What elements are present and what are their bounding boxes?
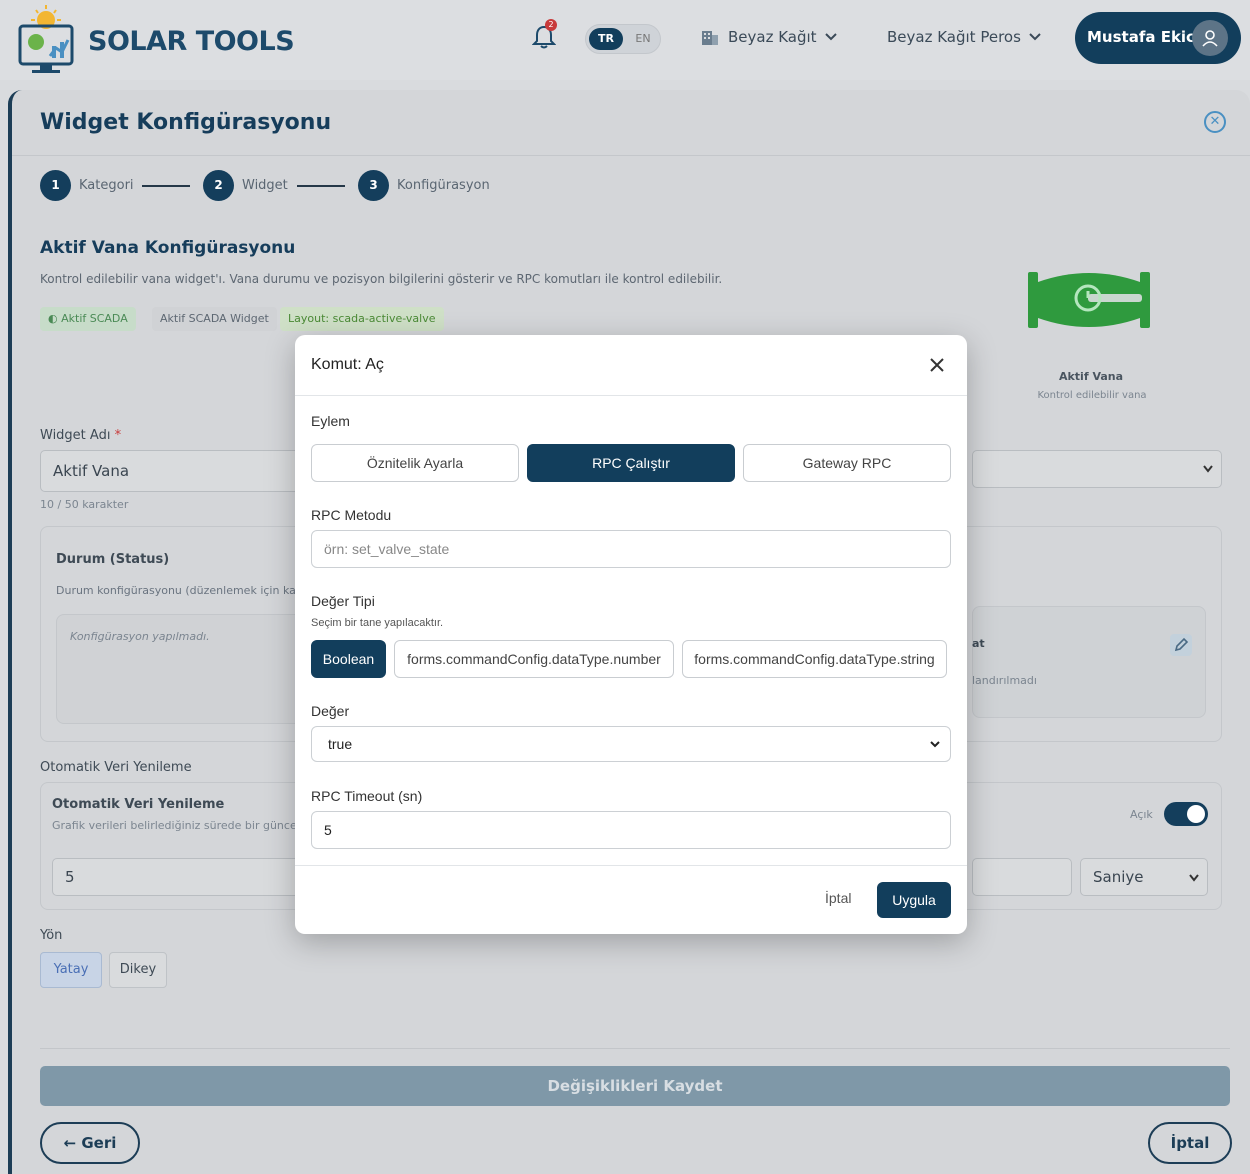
timeout-label: RPC Timeout (sn) — [311, 788, 423, 804]
direction-vertical-button[interactable]: Dikey — [109, 952, 167, 988]
preview-subtitle: Kontrol edilebilir vana — [1037, 390, 1147, 401]
value-type-label: Değer Tipi — [311, 593, 375, 609]
command-modal: Komut: Aç Eylem Öznitelik Ayarla RPC Çal… — [295, 335, 967, 934]
footer-divider — [40, 1048, 1230, 1049]
refresh-interval-input[interactable]: 5 — [52, 858, 312, 896]
action-gateway-rpc-button[interactable]: Gateway RPC — [743, 444, 951, 482]
chevron-down-icon — [1029, 33, 1041, 41]
direction-horizontal-button[interactable]: Yatay — [40, 952, 102, 988]
direction-label: Yön — [40, 928, 63, 943]
auto-refresh-toggle[interactable] — [1164, 802, 1208, 826]
close-icon[interactable] — [925, 353, 949, 377]
step-label: Konfigürasyon — [397, 178, 490, 193]
right-select[interactable] — [972, 450, 1222, 488]
status-description: Durum konfigürasyonu (düzenlemek için ka… — [56, 584, 317, 597]
value-type-help: Seçim bir tane yapılacaktır. — [311, 617, 444, 629]
workspace-select[interactable]: Beyaz Kağıt — [700, 28, 837, 46]
value-select[interactable]: true — [311, 726, 951, 762]
site-select[interactable]: Beyaz Kağıt Peros — [887, 28, 1041, 46]
step-number: 2 — [203, 170, 234, 201]
language-switch[interactable]: TR EN — [585, 24, 661, 54]
lang-tr-button[interactable]: TR — [589, 28, 623, 50]
step-connector — [297, 185, 345, 187]
value-label: Değer — [311, 703, 350, 719]
modal-title: Komut: Aç — [311, 356, 384, 373]
modal-footer-divider — [295, 865, 967, 866]
top-header: SOLAR TOOLS 2 TR EN Beyaz Kağıt Beyaz Ka… — [0, 0, 1250, 80]
building-icon — [702, 31, 718, 45]
step-category: 1 Kategori — [40, 170, 134, 201]
notification-badge: 2 — [545, 19, 557, 31]
apply-button[interactable]: Uygula — [877, 882, 951, 918]
action-rpc-button[interactable]: RPC Çalıştır — [527, 444, 735, 482]
step-label: Kategori — [79, 178, 134, 193]
value-selected: true — [328, 736, 353, 752]
widget-tag: Aktif SCADA Widget — [152, 307, 277, 331]
step-widget: 2 Widget — [203, 170, 288, 201]
rpc-method-input[interactable]: örn: set_valve_state — [311, 530, 951, 568]
chevron-down-icon — [1189, 874, 1199, 882]
panel-title: Widget Konfigürasyonu — [40, 110, 332, 135]
right-card-sub: landırılmadı — [972, 674, 1037, 687]
auto-refresh-title: Otomatik Veri Yenileme — [52, 797, 225, 812]
site-label: Beyaz Kağıt Peros — [887, 28, 1021, 46]
right-card-label: at — [972, 637, 985, 650]
preview-title: Aktif Vana — [1058, 370, 1124, 383]
refresh-interval-extension — [972, 858, 1072, 896]
user-menu-button[interactable]: Mustafa Ekici — [1075, 12, 1241, 64]
action-set-attribute-button[interactable]: Öznitelik Ayarla — [311, 444, 519, 482]
action-label: Eylem — [311, 413, 350, 429]
auto-refresh-description: Grafik verileri belirlediğiniz sürede bi… — [52, 819, 317, 832]
tag-icon: ◐ — [48, 312, 62, 325]
category-tag: ◐ Aktif SCADA — [40, 307, 136, 331]
toggle-label: Açık — [1130, 808, 1153, 821]
toggle-knob — [1187, 805, 1205, 823]
back-button[interactable]: ← Geri — [40, 1122, 140, 1164]
step-label: Widget — [242, 178, 288, 193]
valve-preview-icon — [1026, 268, 1152, 332]
user-avatar-icon — [1192, 20, 1228, 56]
chevron-down-icon — [1203, 465, 1213, 473]
right-config-card — [972, 606, 1206, 718]
panel-cancel-button[interactable]: İptal — [1148, 1122, 1232, 1164]
step-number: 1 — [40, 170, 71, 201]
step-configuration: 3 Konfigürasyon — [358, 170, 490, 201]
widget-name-input[interactable]: Aktif Vana — [40, 450, 320, 492]
close-panel-icon[interactable]: ✕ — [1204, 111, 1226, 133]
modal-cancel-button[interactable]: İptal — [825, 890, 851, 906]
widget-name-label: Widget Adı * — [40, 428, 122, 443]
config-description: Kontrol edilebilir vana widget'ı. Vana d… — [40, 272, 723, 286]
panel-header: Widget Konfigürasyonu ✕ — [12, 90, 1250, 156]
user-name: Mustafa Ekici — [1087, 28, 1201, 46]
value-type-boolean-button[interactable]: Boolean — [311, 640, 386, 678]
edit-pencil-icon[interactable] — [1170, 634, 1192, 656]
brand-name: SOLAR TOOLS — [88, 26, 295, 57]
timeout-input[interactable]: 5 — [311, 811, 951, 849]
auto-refresh-section-label: Otomatik Veri Yenileme — [40, 760, 192, 775]
step-number: 3 — [358, 170, 389, 201]
workspace-label: Beyaz Kağıt — [728, 28, 817, 46]
not-configured-text: Konfigürasyon yapılmadı. — [70, 630, 210, 643]
chevron-down-icon — [824, 33, 837, 41]
step-connector — [142, 185, 190, 187]
status-title: Durum (Status) — [56, 552, 170, 567]
save-changes-button[interactable]: Değişiklikleri Kaydet — [40, 1066, 1230, 1106]
solar-logo-icon — [18, 4, 76, 76]
modal-header: Komut: Aç — [295, 335, 967, 396]
value-type-string-button[interactable]: forms.commandConfig.dataType.string — [682, 640, 947, 678]
layout-tag: Layout: scada-active-valve — [280, 307, 444, 331]
config-title: Aktif Vana Konfigürasyonu — [40, 238, 296, 258]
refresh-unit-label: Saniye — [1093, 868, 1144, 886]
chevron-down-icon — [930, 741, 940, 748]
value-type-number-button[interactable]: forms.commandConfig.dataType.number — [394, 640, 674, 678]
char-counter: 10 / 50 karakter — [40, 498, 129, 511]
rpc-method-label: RPC Metodu — [311, 507, 392, 523]
refresh-unit-select[interactable]: Saniye — [1080, 858, 1208, 896]
lang-en-button[interactable]: EN — [630, 28, 656, 50]
